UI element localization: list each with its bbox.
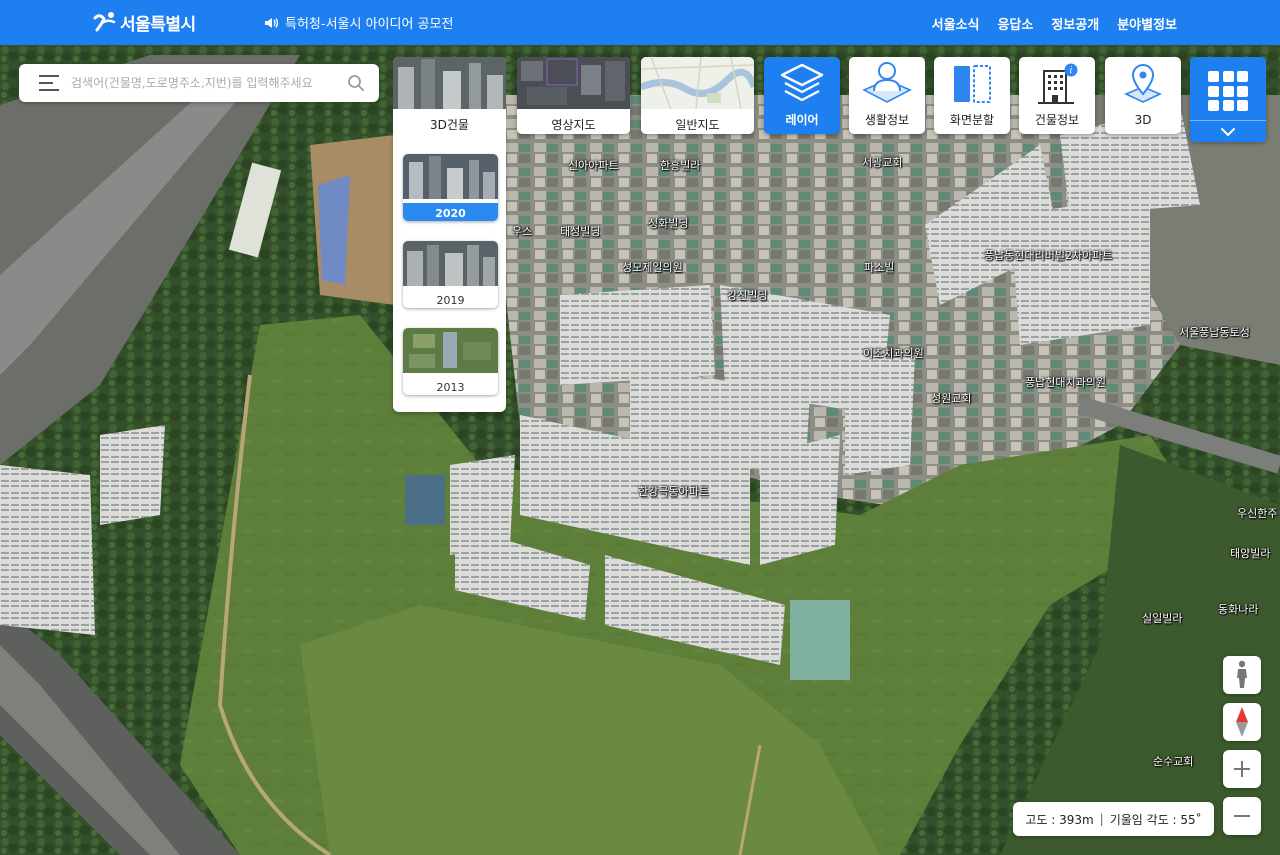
svg-text:i: i	[1070, 66, 1073, 76]
poi-label[interactable]: 동화나라	[1218, 601, 1258, 617]
poi-label[interactable]: 한강극동아파트	[638, 483, 709, 499]
status-separator: |	[1099, 812, 1104, 826]
aerial-imagery	[0, 45, 1280, 855]
search-icon[interactable]	[347, 74, 365, 92]
street-view-button[interactable]	[1223, 656, 1261, 694]
poi-label[interactable]: 태성빌딩	[560, 223, 600, 239]
poi-label[interactable]: 풍납현대치과의원	[1025, 374, 1106, 390]
3d-building-thumbnail	[393, 57, 506, 109]
year-option-2013[interactable]: 2013	[403, 328, 498, 395]
3d-view-label: 3D	[1134, 113, 1152, 127]
life-info-label: 생활정보	[864, 113, 910, 127]
top-bar: 서울특별시 특허청-서울시 아이디어 공모전 서울소식 응답소 정보공개 분야별…	[0, 0, 1280, 45]
nav-seoul-news[interactable]: 서울소식	[932, 14, 980, 33]
building-info-icon: i	[1038, 63, 1078, 104]
poi-label[interactable]: 성원교회	[931, 390, 971, 406]
poi-label[interactable]: 서울풍납동토성	[1179, 324, 1250, 340]
zoom-in-button[interactable]	[1223, 750, 1261, 788]
building-info-button[interactable]: i 건물정보	[1019, 57, 1095, 134]
imagery-thumbnail	[517, 57, 630, 109]
poi-label[interactable]: 이조치과의원	[863, 345, 924, 361]
poi-label[interactable]: 서광교회	[862, 154, 902, 170]
poi-label[interactable]: 실일빌라	[1142, 610, 1182, 626]
altitude-readout: 고도 : 393m	[1025, 812, 1094, 827]
poi-label[interactable]: 강진빌딩	[727, 287, 767, 303]
poi-label[interactable]: 성모제일의원	[622, 259, 683, 275]
map-type-label: 3D건물	[393, 113, 506, 134]
map-type-label: 영상지도	[517, 113, 630, 134]
search-input[interactable]	[71, 76, 333, 90]
poi-label[interactable]: 신아아파트	[568, 157, 619, 173]
year-selector-panel: 2020 2019 2013	[393, 134, 506, 412]
poi-label[interactable]: 순수교회	[1153, 753, 1193, 769]
apps-grid-icon	[1208, 71, 1248, 111]
plus-icon	[1234, 761, 1250, 777]
map-type-general[interactable]: 일반지도	[641, 57, 754, 134]
poi-label[interactable]: 풍납동현대리버빌2차아파트	[984, 247, 1112, 263]
speaker-icon	[265, 17, 279, 28]
person-location-icon	[862, 62, 912, 103]
split-screen-button[interactable]: 화면분할	[934, 57, 1010, 134]
split-screen-label: 화면분할	[949, 113, 995, 127]
poi-label[interactable]: 정화빌딩	[648, 215, 688, 231]
map-canvas[interactable]: 신아아파트 한흥빌라 서광교회 정화빌딩 태성빌딩 우스 성모제일의원 파소빌 …	[0, 45, 1280, 855]
search-bar	[19, 64, 379, 102]
nav-eungdapso[interactable]: 응답소	[997, 14, 1033, 33]
poi-label[interactable]: 파소빌	[864, 259, 894, 275]
year-label: 2020	[403, 203, 498, 221]
notice-text: 특허청-서울시 아이디어 공모전	[285, 17, 454, 32]
layer-button[interactable]: 레이어	[764, 57, 840, 134]
zoom-out-button[interactable]	[1223, 797, 1261, 835]
tilt-readout: 기울임 각도 : 55˚	[1109, 812, 1202, 827]
map-type-imagery[interactable]: 영상지도	[517, 57, 630, 134]
hamburger-menu-icon[interactable]	[39, 75, 59, 91]
layers-icon	[780, 63, 824, 102]
poi-label[interactable]: 태양빌라	[1230, 545, 1270, 561]
split-screen-icon	[954, 65, 991, 103]
year-thumbnail	[403, 241, 498, 286]
nav-info-disclosure[interactable]: 정보공개	[1051, 14, 1099, 33]
year-option-2019[interactable]: 2019	[403, 241, 498, 308]
year-thumbnail	[403, 154, 498, 199]
life-info-button[interactable]: 생활정보	[849, 57, 925, 134]
pedestrian-icon	[1237, 660, 1247, 688]
seoul-logo-icon	[93, 12, 116, 32]
map-pin-3d-icon	[1124, 64, 1162, 103]
compass-button[interactable]	[1223, 703, 1261, 741]
minus-icon	[1234, 815, 1250, 817]
year-option-2020[interactable]: 2020	[403, 154, 498, 221]
logo-text: 서울특별시	[120, 14, 196, 35]
compass-icon	[1236, 707, 1248, 737]
map-type-3d-building[interactable]: 3D건물	[393, 57, 506, 134]
building-info-label: 건물정보	[1034, 113, 1080, 127]
map-type-label: 일반지도	[641, 113, 754, 134]
year-label: 2013	[436, 381, 465, 394]
year-label: 2019	[436, 294, 465, 307]
seoul-logo[interactable]: 서울특별시	[92, 9, 196, 35]
poi-label[interactable]: 우신한주	[1237, 505, 1277, 521]
top-nav: 서울소식 응답소 정보공개 분야별정보	[932, 14, 1177, 33]
poi-label[interactable]: 우스	[512, 223, 532, 239]
nav-field-info[interactable]: 분야별정보	[1117, 14, 1177, 33]
3d-view-button[interactable]: 3D	[1105, 57, 1181, 134]
layer-button-label: 레이어	[785, 113, 819, 127]
chevron-down-icon	[1221, 127, 1235, 136]
poi-label[interactable]: 한흥빌라	[660, 157, 700, 173]
general-map-thumbnail	[641, 57, 754, 110]
camera-status-box: 고도 : 393m | 기울임 각도 : 55˚	[1013, 802, 1214, 836]
more-menu-button[interactable]	[1190, 57, 1266, 142]
notice-banner[interactable]: 특허청-서울시 아이디어 공모전	[264, 13, 453, 32]
year-thumbnail	[403, 328, 498, 373]
